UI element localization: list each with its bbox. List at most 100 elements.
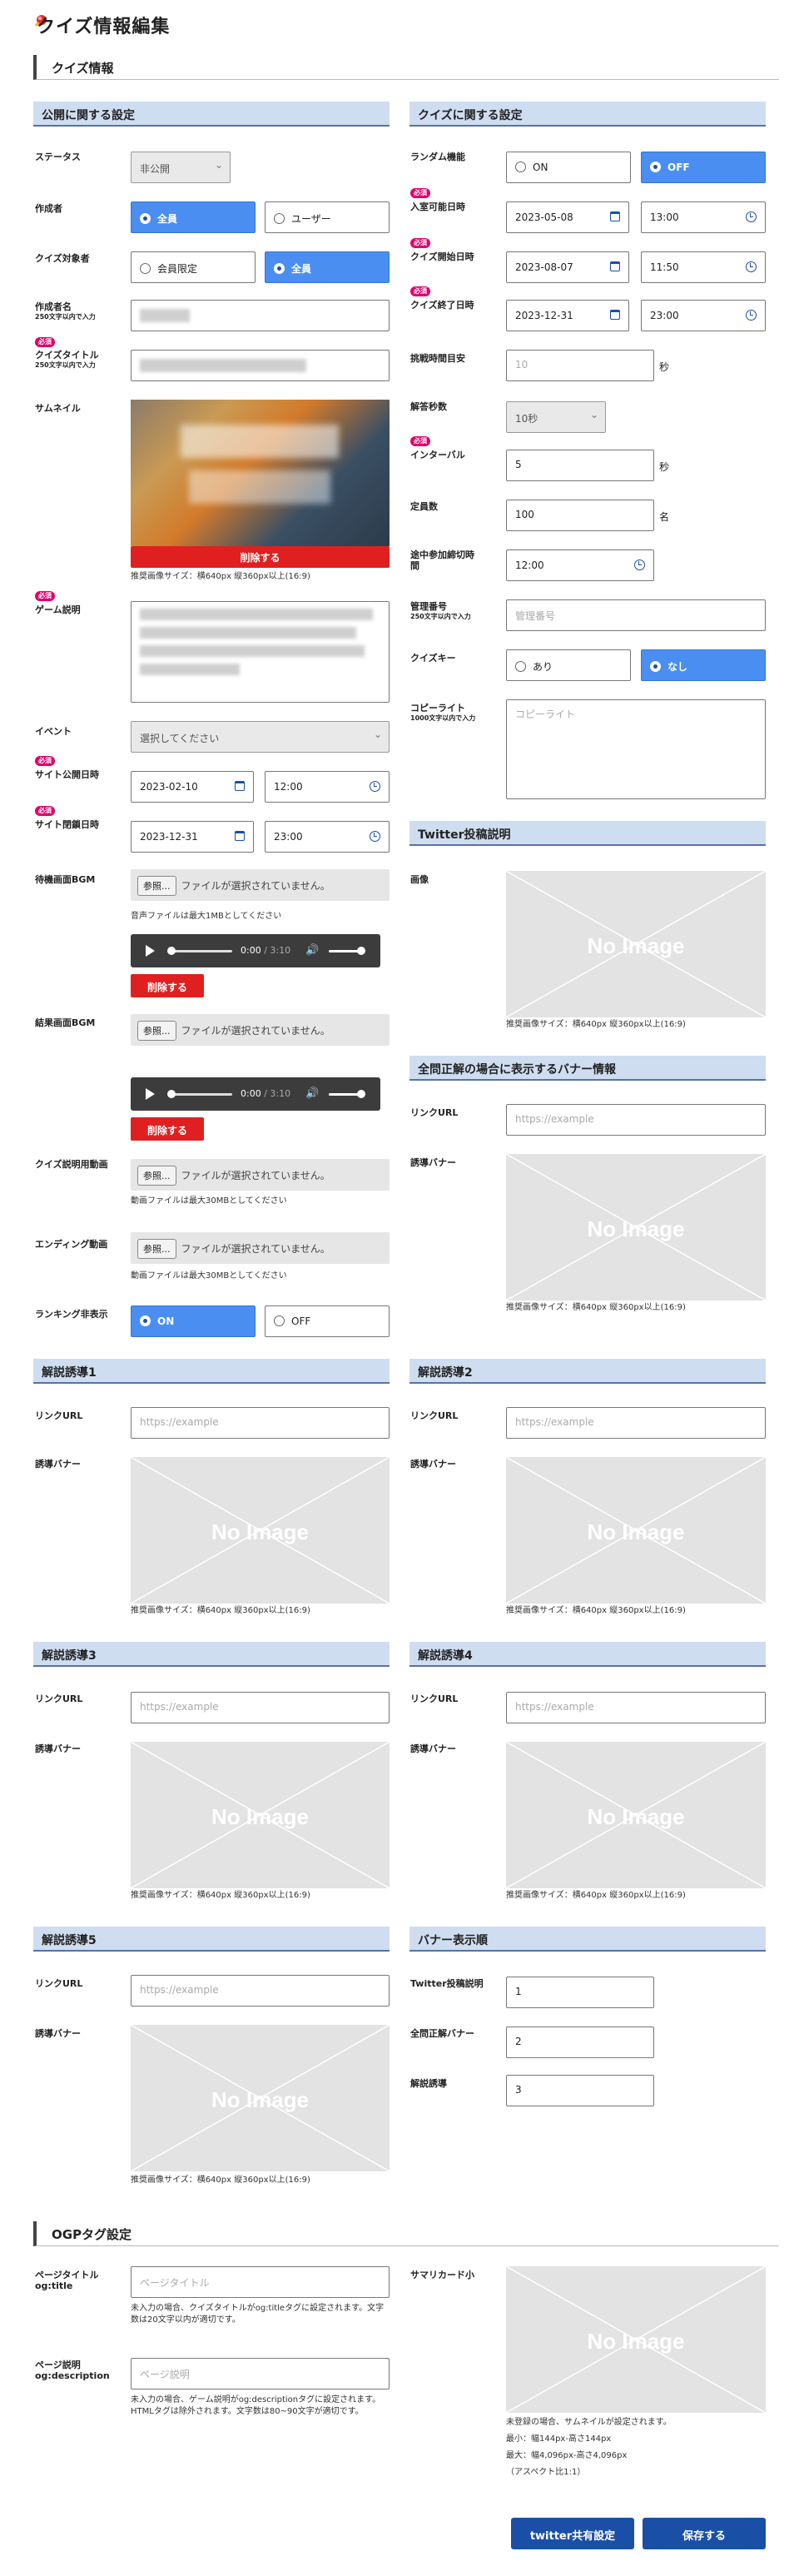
author-radio-all[interactable]: 全員	[131, 201, 256, 233]
ogp-title-input[interactable]: ページタイトル	[131, 2266, 390, 2298]
guide3-header: 解説誘導3	[33, 1642, 390, 1667]
guide3-link-input[interactable]: https://example	[131, 1692, 390, 1723]
author-radio-user[interactable]: ユーザー	[265, 201, 390, 233]
image-size-note: 推奨画像サイズ：横640px 縦360px以上(16:9)	[131, 1891, 310, 1900]
random-radio-off[interactable]: OFF	[641, 152, 766, 183]
interval-input[interactable]: 5	[506, 450, 654, 481]
answer-sec-select[interactable]: 10秒	[506, 401, 606, 433]
guide4-banner-image[interactable]: No Image	[506, 1742, 766, 1888]
ranking-radio-off[interactable]: OFF	[265, 1305, 390, 1337]
banner-link-input[interactable]: https://example	[506, 1104, 766, 1136]
thumbnail-delete-button[interactable]: 削除する	[131, 546, 390, 568]
status-select[interactable]: 非公開	[131, 152, 231, 183]
result-bgm-file[interactable]: 参照... ファイルが選択されていません。	[131, 1014, 390, 1046]
banner-image[interactable]: No Image	[506, 1154, 766, 1300]
guide1-link-input[interactable]: https://example	[131, 1407, 390, 1439]
author-name-input[interactable]	[131, 300, 390, 331]
play-icon[interactable]	[146, 1088, 155, 1100]
guide5-header: 解説誘導5	[33, 1927, 390, 1952]
desc-video-label: クイズ説明用動画	[35, 1159, 108, 1170]
volume-slider[interactable]	[329, 1090, 365, 1098]
result-bgm-player[interactable]: 0:00 / 3:10 🔊	[131, 1077, 380, 1111]
interval-unit: 秒	[659, 461, 670, 473]
guide1-banner-label: 誘導バナー	[35, 1459, 81, 1470]
late-join-label: 途中参加締切時間	[410, 550, 474, 571]
guide5-link-input[interactable]: https://example	[131, 1975, 390, 2007]
quiz-title-input[interactable]	[131, 350, 390, 381]
browse-button[interactable]: 参照...	[137, 1021, 176, 1041]
order-input-guide[interactable]: 3	[506, 2075, 654, 2106]
clock-icon	[370, 781, 380, 792]
required-badge: 必須	[410, 286, 430, 296]
guide3-banner-image[interactable]: No Image	[131, 1742, 390, 1888]
end-date-input[interactable]: 2023-12-31	[506, 300, 629, 331]
twitter-share-settings-button[interactable]: twitter共有設定	[511, 2518, 634, 2549]
wait-bgm-player[interactable]: 0:00 / 3:10 🔊	[131, 934, 380, 967]
manage-no-label: 管理番号 250文字以内で入力	[410, 601, 471, 620]
browse-button[interactable]: 参照...	[137, 1166, 176, 1186]
twitter-image[interactable]: No Image	[506, 871, 766, 1017]
capacity-input[interactable]: 100	[506, 500, 654, 531]
order-input-banner[interactable]: 2	[506, 2026, 654, 2058]
browse-button[interactable]: 参照...	[137, 1239, 176, 1259]
open-date-label: サイト公開日時	[35, 769, 99, 780]
public-settings-header: 公開に関する設定	[33, 102, 390, 127]
save-button[interactable]: 保存する	[643, 2518, 766, 2549]
seek-bar[interactable]	[167, 1090, 232, 1098]
copyright-textarea[interactable]: コピーライト	[506, 699, 766, 799]
summary-card-image[interactable]: No Image	[506, 2266, 766, 2413]
volume-icon[interactable]: 🔊	[305, 1087, 319, 1100]
image-size-note: 推奨画像サイズ：横640px 縦360px以上(16:9)	[506, 1303, 686, 1312]
wait-bgm-file[interactable]: 参照... ファイルが選択されていません。	[131, 869, 390, 901]
desc-video-file[interactable]: 参照... ファイルが選択されていません。	[131, 1159, 390, 1191]
entry-date-input[interactable]: 2023-05-08	[506, 201, 629, 233]
close-date-label: サイト閉鎖日時	[35, 819, 99, 830]
challenge-input[interactable]: 10	[506, 350, 654, 381]
play-icon[interactable]	[146, 945, 155, 957]
guide4-link-input[interactable]: https://example	[506, 1692, 766, 1723]
twitter-image-label: 画像	[410, 874, 429, 885]
start-date-input[interactable]: 2023-08-07	[506, 251, 629, 283]
calendar-icon	[610, 310, 620, 320]
volume-slider[interactable]	[329, 947, 365, 955]
volume-icon[interactable]: 🔊	[305, 944, 319, 957]
ogp-desc-input[interactable]: ページ説明	[131, 2358, 390, 2390]
guide2-banner-image[interactable]: No Image	[506, 1457, 766, 1604]
open-date-input[interactable]: 2023-02-10	[131, 771, 254, 803]
target-radio-members[interactable]: 会員限定	[131, 251, 256, 283]
guide4-link-label: リンクURL	[410, 1693, 459, 1704]
event-label: イベント	[35, 726, 72, 737]
copyright-label: コピーライト 1000文字以内で入力	[410, 703, 476, 722]
guide2-link-input[interactable]: https://example	[506, 1407, 766, 1439]
late-join-input[interactable]: 12:00	[506, 550, 654, 581]
quiz-key-radio-no[interactable]: なし	[641, 649, 766, 681]
random-radio-on[interactable]: ON	[506, 152, 631, 183]
start-time-input[interactable]: 11:50	[641, 251, 766, 283]
wait-bgm-delete-button[interactable]: 削除する	[131, 974, 204, 997]
quiz-key-radio-yes[interactable]: あり	[506, 649, 631, 681]
clock-icon	[634, 559, 645, 570]
image-size-note: 推奨画像サイズ：横640px 縦360px以上(16:9)	[506, 1020, 686, 1029]
entry-time-input[interactable]: 13:00	[641, 201, 766, 233]
guide2-header: 解説誘導2	[409, 1359, 766, 1384]
open-time-input[interactable]: 12:00	[265, 771, 390, 803]
summary-card-note: 未登録の場合、サムネイルが設定されます。 最小：幅144px-高さ144px 最大：…	[506, 2418, 672, 2477]
ranking-radio-on[interactable]: ON	[131, 1305, 256, 1337]
order-input-twitter[interactable]: 1	[506, 1977, 654, 2008]
manage-no-input[interactable]: 管理番号	[506, 599, 766, 631]
close-time-input[interactable]: 23:00	[265, 821, 390, 853]
no-image-text: No Image	[587, 1519, 685, 1544]
guide1-banner-image[interactable]: No Image	[131, 1457, 390, 1604]
event-select[interactable]: 選択してください	[131, 721, 390, 753]
ending-video-file[interactable]: 参照... ファイルが選択されていません。	[131, 1232, 390, 1264]
clock-icon	[746, 310, 757, 321]
seek-bar[interactable]	[167, 947, 232, 955]
browse-button[interactable]: 参照...	[137, 876, 176, 896]
game-desc-textarea[interactable]	[131, 601, 390, 703]
close-date-input[interactable]: 2023-12-31	[131, 821, 254, 853]
target-radio-all[interactable]: 全員	[265, 251, 390, 283]
guide5-banner-image[interactable]: No Image	[131, 2025, 390, 2171]
calendar-icon	[235, 831, 245, 841]
end-time-input[interactable]: 23:00	[641, 300, 766, 331]
result-bgm-delete-button[interactable]: 削除する	[131, 1117, 204, 1141]
